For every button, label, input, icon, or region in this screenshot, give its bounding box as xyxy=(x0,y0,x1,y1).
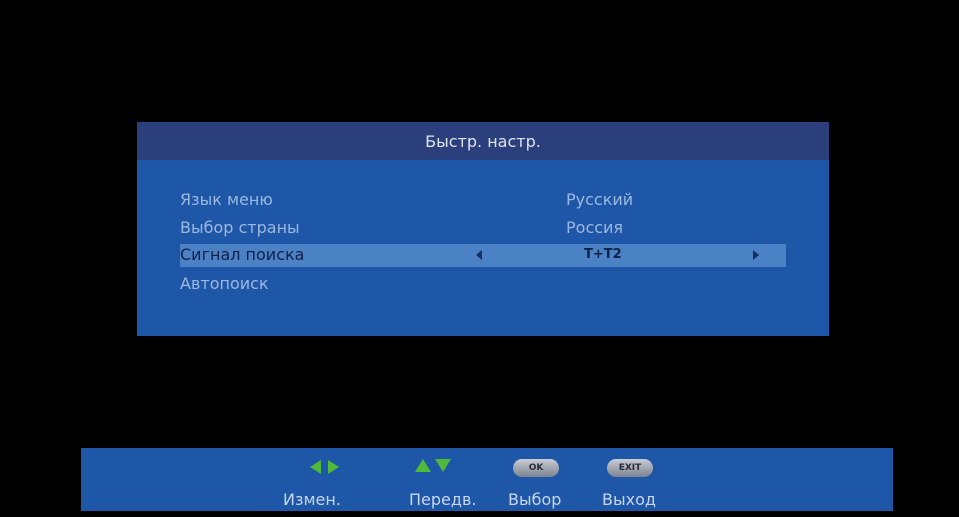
hint-exit[interactable]: EXIT Выход xyxy=(597,448,677,511)
arrow-right-icon[interactable] xyxy=(753,250,759,260)
exit-key-icon: EXIT xyxy=(607,459,653,477)
left-arrow-icon xyxy=(310,460,321,474)
menu-item-label: Сигнал поиска xyxy=(180,245,305,264)
hint-select-label: Выбор xyxy=(508,490,562,509)
menu-item-country[interactable]: Выбор страны Россия xyxy=(137,216,829,240)
arrow-left-icon[interactable] xyxy=(476,250,482,260)
menu-item-value: Россия xyxy=(566,218,624,237)
hint-move[interactable]: Передв. xyxy=(409,448,489,511)
menu-item-search-signal[interactable]: Сигнал поиска T+T2 xyxy=(180,244,786,267)
tv-screen: Быстр. настр. Язык меню Русский Выбор ст… xyxy=(0,0,959,517)
hint-change[interactable]: Измен. xyxy=(283,448,373,511)
right-arrow-icon xyxy=(328,460,339,474)
ok-key-icon: OK xyxy=(513,459,559,477)
menu-item-value: T+T2 xyxy=(584,247,622,262)
hint-select[interactable]: OK Выбор xyxy=(508,448,578,511)
down-arrow-icon xyxy=(435,459,451,472)
menu-item-language[interactable]: Язык меню Русский xyxy=(137,188,829,212)
menu-item-label: Выбор страны xyxy=(180,218,300,237)
hint-change-label: Измен. xyxy=(283,490,341,509)
menu-item-label: Автопоиск xyxy=(180,274,269,293)
help-bar: Измен. Передв. OK Выбор EXIT Выход xyxy=(81,448,893,511)
hint-move-label: Передв. xyxy=(409,490,477,509)
quick-setup-dialog: Быстр. настр. Язык меню Русский Выбор ст… xyxy=(137,122,829,336)
menu-item-autosearch[interactable]: Автопоиск xyxy=(137,272,829,296)
dialog-title: Быстр. настр. xyxy=(137,122,829,160)
up-arrow-icon xyxy=(415,459,431,472)
menu-item-label: Язык меню xyxy=(180,190,273,209)
hint-exit-label: Выход xyxy=(602,490,656,509)
menu-item-value: Русский xyxy=(566,190,634,209)
